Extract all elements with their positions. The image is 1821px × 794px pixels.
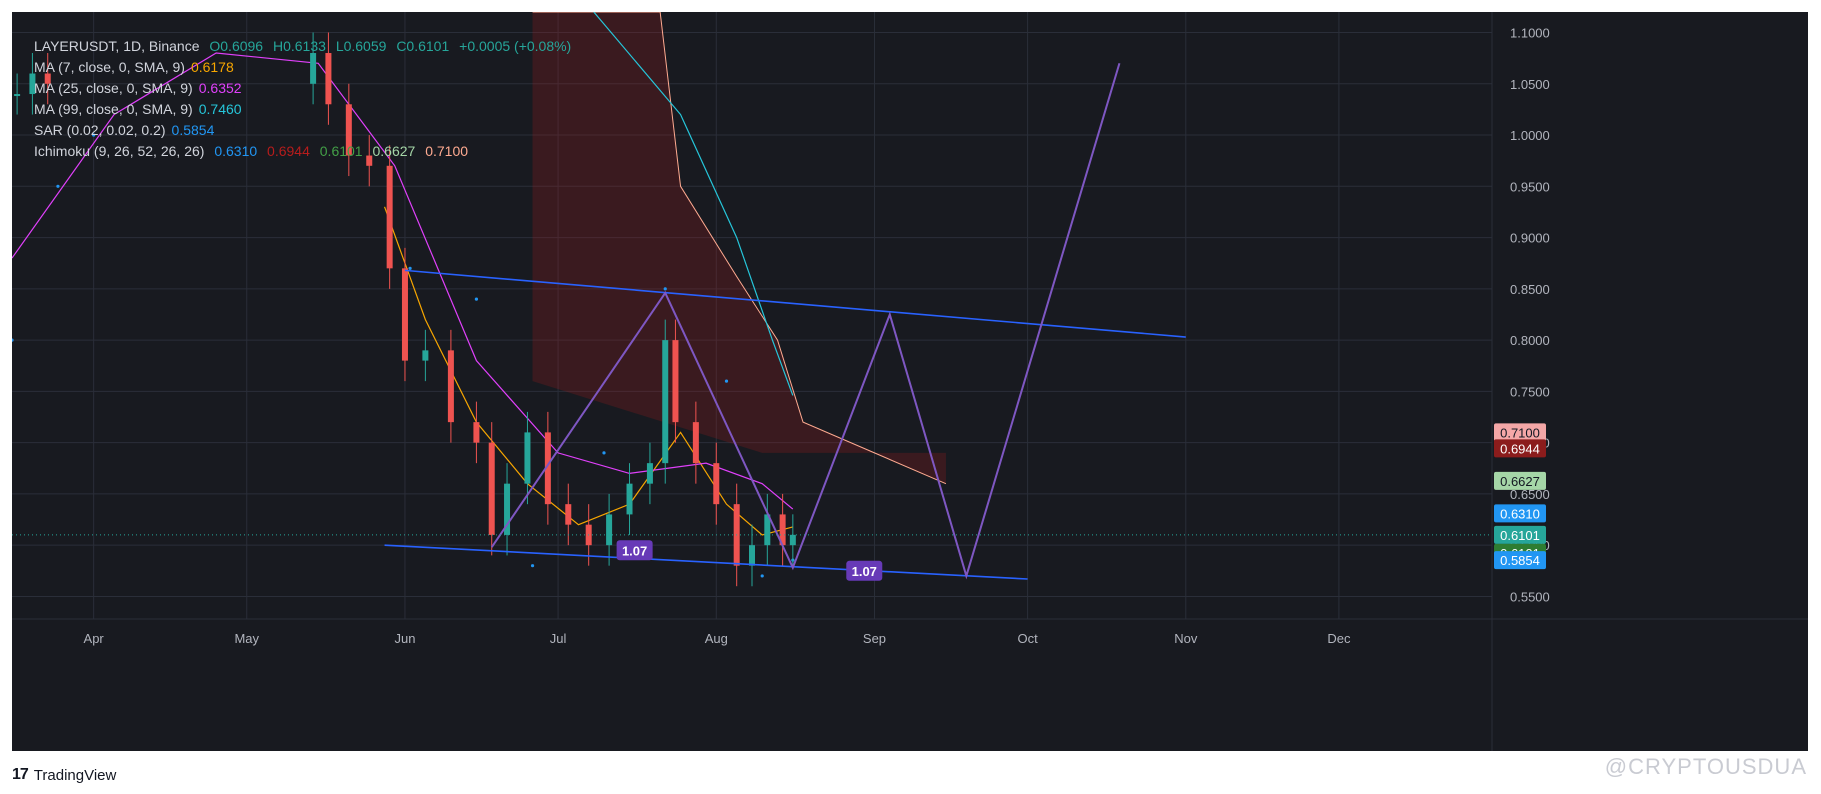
close-value: C0.6101	[396, 38, 450, 54]
pattern-label: 1.07	[852, 564, 877, 579]
change-value: +0.0005 (+0.08%)	[459, 38, 572, 54]
tradingview-label: TradingView	[33, 766, 117, 784]
y-tick-label: 0.7500	[1510, 384, 1550, 399]
y-tick-label: 0.5500	[1510, 589, 1550, 604]
lower-trendline	[384, 544, 1028, 580]
legend-header: LAYERUSDT, 1D, Binance O0.6096 H0.6133 L…	[34, 36, 577, 57]
x-tick-label: Nov	[1174, 631, 1198, 646]
sar-dot	[724, 379, 729, 383]
candle-body	[606, 514, 613, 546]
price-badge-text: 0.5854	[1500, 553, 1540, 568]
price-badge: 0.7100	[1494, 423, 1546, 442]
indicator-label: MA (7, close, 0, SMA, 9)	[34, 59, 185, 75]
y-tick-label: 1.0500	[1510, 77, 1550, 92]
price-badge-text: 0.6310	[1500, 506, 1540, 521]
ichimoku-value: 0.6627	[372, 143, 416, 159]
x-tick-label: Jul	[550, 631, 567, 646]
candle-body	[646, 463, 653, 484]
footer-brand: 17 TradingView	[12, 760, 116, 790]
high-value: H0.6133	[272, 38, 326, 54]
candle-body	[692, 422, 699, 464]
candle-body	[14, 94, 21, 97]
ichimoku-value: 0.6101	[319, 143, 363, 159]
sar-dot	[56, 184, 60, 188]
candle-body	[422, 350, 429, 361]
indicator-label: MA (25, close, 0, SMA, 9)	[34, 80, 193, 96]
sar-dot	[760, 574, 764, 578]
x-tick-label: Apr	[84, 631, 105, 646]
price-badge-text: 0.6944	[1500, 441, 1540, 456]
indicator-value: 0.5854	[171, 122, 215, 138]
ichimoku-value: 0.7100	[425, 143, 469, 159]
price-badge-text: 0.7100	[1500, 425, 1540, 440]
y-tick-label: 0.9500	[1510, 179, 1550, 194]
indicator-row[interactable]: MA (99, close, 0, SMA, 9) 0.7460	[34, 99, 577, 120]
candle-body	[749, 545, 755, 566]
x-tick-label: Sep	[863, 631, 886, 646]
price-badge: 0.5854	[1494, 551, 1546, 570]
sar-dot	[12, 338, 14, 342]
watermark: @CRYPTOUSDUA	[1604, 754, 1807, 779]
indicator-row[interactable]: MA (7, close, 0, SMA, 9) 0.6178	[34, 57, 577, 78]
upper-trendline	[404, 269, 1186, 338]
price-badge-text: 0.6627	[1500, 474, 1540, 489]
indicator-row[interactable]: SAR (0.02, 0.02, 0.2) 0.5854	[34, 120, 577, 141]
y-tick-label: 1.0000	[1510, 128, 1550, 143]
candle-body	[789, 534, 796, 546]
x-tick-label: Jun	[394, 631, 415, 646]
ichimoku-value: 0.6944	[267, 143, 310, 159]
y-tick-label: 0.8000	[1510, 333, 1550, 348]
chart-frame[interactable]: 1.1000 1.0500 1.0000 0.9500 0.9000 0.8500 0.80…	[12, 12, 1808, 751]
candle-body	[672, 340, 679, 423]
candle-body	[626, 483, 633, 515]
y-tick-label: 0.8500	[1510, 282, 1550, 297]
low-value: L0.6059	[335, 38, 387, 54]
indicator-label: MA (99, close, 0, SMA, 9)	[34, 101, 193, 117]
price-badge: 0.6627	[1494, 471, 1546, 490]
ichimoku-label: Ichimoku (9, 26, 52, 26, 26)	[34, 143, 205, 159]
indicator-row[interactable]: MA (25, close, 0, SMA, 9) 0.6352	[34, 78, 577, 99]
sar-dot	[663, 287, 667, 291]
chart-legend: LAYERUSDT, 1D, Binance O0.6096 H0.6133 L…	[34, 36, 577, 162]
price-badge: 0.6310	[1494, 504, 1546, 523]
indicator-value: 0.7460	[198, 101, 242, 117]
candle-body	[386, 165, 393, 269]
candle-body	[473, 422, 480, 443]
candle-body	[662, 340, 669, 464]
y-tick-label: 1.1000	[1510, 26, 1550, 41]
x-tick-label: Oct	[1017, 631, 1038, 646]
indicator-value: 0.6352	[198, 80, 242, 96]
price-badge-text: 0.6101	[1500, 528, 1540, 543]
candle-body	[447, 350, 454, 423]
candle-body	[488, 442, 495, 535]
candle-body	[401, 268, 408, 361]
tradingview-logo-icon: 17	[12, 766, 29, 783]
sar-dot	[474, 297, 479, 301]
pattern-label: 1.07	[622, 543, 647, 558]
indicator-label: SAR (0.02, 0.02, 0.2)	[34, 122, 166, 138]
price-badge: 0.6944	[1494, 439, 1546, 458]
y-tick-label: 0.9000	[1510, 231, 1550, 246]
ichimoku-cloud	[532, 12, 946, 484]
symbol-label[interactable]: LAYERUSDT, 1D, Binance	[34, 38, 199, 54]
indicator-value: 0.6178	[190, 59, 234, 75]
x-tick-label: May	[234, 631, 259, 646]
sar-dot	[408, 266, 412, 270]
candle-body	[524, 432, 531, 484]
sar-dot	[602, 451, 606, 455]
sar-dot	[530, 564, 535, 568]
open-value: O0.6096	[209, 38, 264, 54]
x-tick-label: Aug	[705, 631, 728, 646]
x-tick-label: Dec	[1327, 631, 1351, 646]
ichimoku-value: 0.6310	[214, 143, 258, 159]
ichimoku-row[interactable]: Ichimoku (9, 26, 52, 26, 26) 0.6310 0.69…	[34, 141, 577, 162]
price-badge: 0.6101	[1494, 525, 1546, 544]
candle-body	[713, 463, 720, 505]
candle-body	[565, 504, 572, 525]
